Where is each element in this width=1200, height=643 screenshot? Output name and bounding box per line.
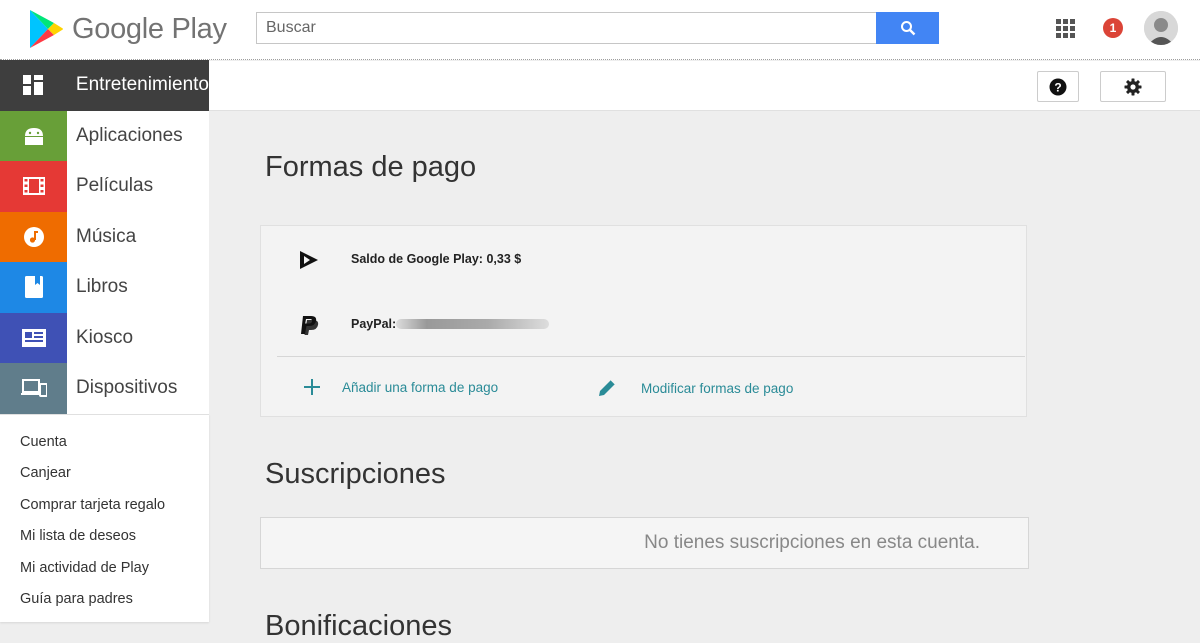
sidebar-item-libros[interactable]: Libros	[0, 262, 209, 313]
google-play-logo[interactable]: Google Play	[28, 9, 227, 49]
sidebar-item-musica[interactable]: Música	[0, 211, 209, 262]
edit-payment-label: Modificar formas de pago	[641, 380, 794, 396]
subscriptions-title: Suscripciones	[265, 458, 446, 490]
sidebar-item-label: Películas	[76, 175, 154, 197]
sidebar-item-label: Dispositivos	[76, 377, 178, 399]
link-lista-deseos[interactable]: Mi lista de deseos	[0, 521, 209, 553]
top-header: Google Play 1	[0, 0, 1200, 60]
sidebar-item-entretenimiento[interactable]: Entretenimiento	[0, 60, 209, 111]
bonuses-title: Bonificaciones	[265, 610, 452, 642]
sidebar-item-aplicaciones[interactable]: Aplicaciones	[0, 110, 209, 161]
devices-icon	[0, 363, 67, 414]
play-store-icon	[30, 10, 63, 48]
sidebar-item-kiosco[interactable]: Kiosco	[0, 312, 209, 363]
settings-button[interactable]	[1100, 71, 1166, 102]
svg-text:?: ?	[1054, 80, 1061, 94]
payment-methods-title: Formas de pago	[265, 151, 477, 183]
pencil-icon	[599, 379, 616, 396]
app-name: Google Play	[72, 13, 227, 45]
sidebar-item-dispositivos[interactable]: Dispositivos	[0, 363, 209, 414]
google-play-icon	[300, 251, 318, 269]
paypal-icon	[301, 316, 319, 335]
search-input[interactable]	[256, 12, 876, 44]
help-button[interactable]: ?	[1037, 71, 1079, 102]
paypal-label: PayPal:	[351, 317, 397, 331]
gear-icon	[1124, 78, 1142, 95]
music-icon	[0, 211, 67, 262]
sidebar: Entretenimiento Aplicaciones Películas M…	[0, 60, 209, 622]
help-icon: ?	[1049, 78, 1067, 95]
apps-grid-icon[interactable]	[1056, 19, 1075, 38]
sidebar-item-peliculas[interactable]: Películas	[0, 161, 209, 212]
balance-row: Saldo de Google Play: 0,33 $	[261, 239, 1028, 279]
grid-icon	[0, 60, 67, 111]
book-icon	[0, 262, 67, 313]
plus-icon	[304, 379, 320, 395]
link-actividad-play[interactable]: Mi actividad de Play	[0, 553, 209, 585]
android-icon	[0, 110, 67, 161]
search-icon	[900, 21, 915, 36]
sidebar-item-label: Kiosco	[76, 326, 134, 348]
no-subscriptions-message: No tienes suscripciones en esta cuenta.	[644, 532, 980, 553]
add-payment-label: Añadir una forma de pago	[342, 379, 499, 395]
newspaper-icon	[0, 312, 67, 363]
card-divider	[277, 356, 1025, 357]
sidebar-item-label: Música	[76, 225, 137, 247]
link-cuenta[interactable]: Cuenta	[0, 427, 209, 459]
add-payment-button[interactable]: Añadir una forma de pago	[302, 377, 498, 397]
link-guia-padres[interactable]: Guía para padres	[0, 584, 209, 616]
redacted-email	[396, 319, 549, 329]
sidebar-item-label: Aplicaciones	[76, 124, 183, 146]
link-canjear[interactable]: Canjear	[0, 458, 209, 490]
film-icon	[0, 161, 67, 212]
search-bar	[256, 12, 939, 44]
paypal-row: PayPal:	[261, 304, 1028, 344]
avatar[interactable]	[1144, 11, 1178, 45]
search-button[interactable]	[876, 12, 939, 44]
balance-label: Saldo de Google Play: 0,33 $	[351, 252, 522, 266]
user-photo-icon	[1144, 11, 1178, 45]
payment-methods-card: Saldo de Google Play: 0,33 $ PayPal: Aña…	[260, 225, 1027, 417]
subscriptions-empty-state: No tienes suscripciones en esta cuenta.	[260, 517, 1029, 569]
link-comprar-tarjeta-regalo[interactable]: Comprar tarjeta regalo	[0, 490, 209, 522]
edit-payment-button[interactable]: Modificar formas de pago	[596, 377, 793, 399]
account-links: Cuenta Canjear Comprar tarjeta regalo Mi…	[0, 413, 209, 622]
sidebar-item-label: Entretenimiento	[75, 74, 209, 96]
notification-badge[interactable]: 1	[1103, 18, 1123, 38]
sidebar-item-label: Libros	[76, 276, 128, 298]
